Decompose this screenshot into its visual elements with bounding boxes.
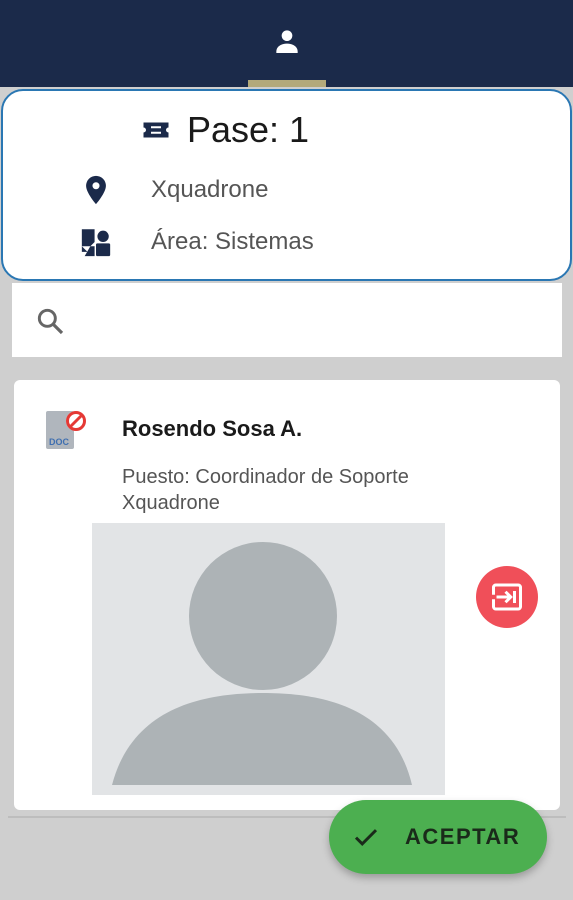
ticket-icon [143,122,169,138]
exit-button[interactable] [476,566,538,628]
area-icon [81,229,111,257]
exit-icon [492,583,522,611]
search-icon [37,308,64,335]
location-text: Xquadrone [151,176,269,203]
pass-title-row: Pase: 1 [141,109,309,151]
person-icon [276,29,298,53]
person-name: Rosendo Sosa A. [122,416,303,441]
person-card: DOC Rosendo Sosa A. Puesto: Coordinador … [14,380,560,810]
location-row: Xquadrone [79,173,268,207]
top-app-bar [0,0,573,87]
pass-title: Pase: 1 [187,109,310,150]
accept-label: ACEPTAR [405,824,521,849]
tab-person[interactable] [248,0,326,87]
check-icon [354,829,378,846]
area-text: Área: Sistemas [151,228,314,255]
area-row: Área: Sistemas [79,225,314,259]
search-bar [12,283,562,357]
pass-info-card: Pase: 1 Xquadrone Área: Sistemas [1,89,572,281]
person-photo [92,523,445,795]
search-input[interactable] [82,301,542,339]
doc-blocked-icon[interactable]: DOC [44,407,90,453]
avatar-placeholder-icon [112,542,412,785]
location-pin-icon [86,175,106,205]
person-role: Puesto: Coordinador de Soporte Xquadrone [122,466,409,514]
accept-button[interactable]: ACEPTAR [329,800,547,874]
tab-indicator [248,80,326,87]
doc-label: DOC [49,437,70,447]
